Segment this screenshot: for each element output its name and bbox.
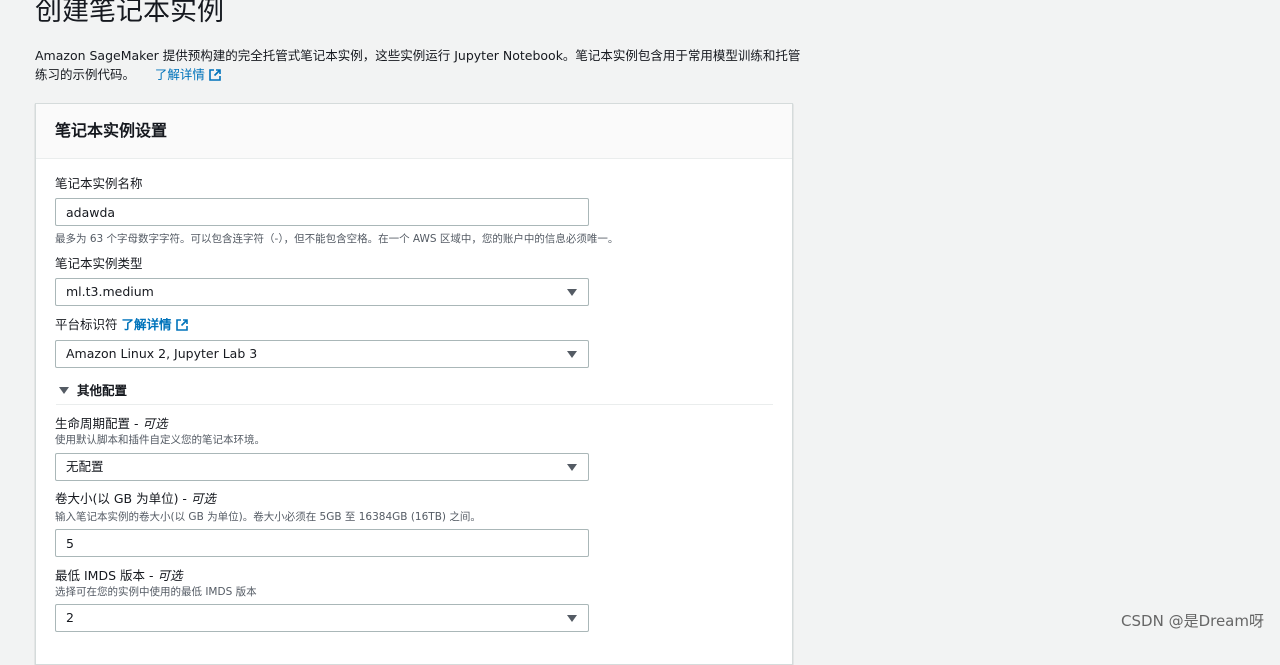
instance-name-hint: 最多为 63 个字母数字字符。可以包含连字符（-），但不能包含空格。在一个 AW… [55,233,619,245]
page-description: Amazon SageMaker 提供预构建的完全托管式笔记本实例，这些实例运行… [35,46,805,84]
instance-type-value: ml.t3.medium [66,284,154,299]
volume-optional: 可选 [190,491,216,506]
external-link-icon [175,319,188,331]
lifecycle-value: 无配置 [66,459,104,474]
imds-label: 最低 IMDS 版本 - 可选 [55,568,182,584]
other-config-toggle[interactable]: 其他配置 [59,383,127,399]
panel-header: 笔记本实例设置 [36,104,792,159]
volume-size-input[interactable] [55,529,589,557]
lifecycle-label: 生命周期配置 - 可选 [55,416,167,432]
page-description-text: Amazon SageMaker 提供预构建的完全托管式笔记本实例，这些实例运行… [35,48,801,82]
platform-select[interactable]: Amazon Linux 2, Jupyter Lab 3 [55,340,589,368]
lifecycle-select[interactable]: 无配置 [55,453,589,481]
platform-learn-more-link[interactable]: 了解详情 [122,317,188,332]
volume-label-text: 卷大小(以 GB 为单位) - [55,491,191,506]
external-link-icon [209,69,221,81]
caret-down-icon [59,387,69,394]
instance-name-input[interactable] [55,198,589,226]
instance-type-select[interactable]: ml.t3.medium [55,278,589,306]
section-divider [56,404,773,405]
lifecycle-hint: 使用默认脚本和插件自定义您的笔记本环境。 [55,434,265,446]
lifecycle-optional: 可选 [142,416,168,431]
platform-label-row: 平台标识符 了解详情 [55,317,188,333]
panel-title: 笔记本实例设置 [55,121,168,140]
volume-label: 卷大小(以 GB 为单位) - 可选 [55,491,216,507]
imds-hint: 选择可在您的实例中使用的最低 IMDS 版本 [55,586,257,598]
platform-label: 平台标识符 [55,317,118,332]
lifecycle-label-text: 生命周期配置 - [55,416,143,431]
instance-type-label: 笔记本实例类型 [55,256,143,271]
watermark: CSDN @是Dream呀 [1121,612,1264,630]
chevron-down-icon [567,351,577,358]
other-config-label: 其他配置 [77,383,128,398]
notebook-settings-panel: 笔记本实例设置 笔记本实例名称 最多为 63 个字母数字字符。可以包含连字符（-… [35,103,793,665]
imds-version-select[interactable]: 2 [55,604,589,632]
imds-value: 2 [66,610,74,625]
platform-learn-more-label: 了解详情 [121,317,172,332]
chevron-down-icon [567,464,577,471]
chevron-down-icon [567,289,577,296]
volume-hint: 输入笔记本实例的卷大小(以 GB 为单位)。卷大小必须在 5GB 至 16384… [55,511,481,523]
instance-name-label: 笔记本实例名称 [55,176,143,191]
platform-value: Amazon Linux 2, Jupyter Lab 3 [66,346,258,361]
page-title: 创建笔记本实例 [35,0,224,27]
imds-label-text: 最低 IMDS 版本 - [55,568,158,583]
learn-more-link[interactable]: 了解详情 [155,67,221,82]
chevron-down-icon [567,615,577,622]
learn-more-label: 了解详情 [154,67,205,82]
imds-optional: 可选 [157,568,183,583]
